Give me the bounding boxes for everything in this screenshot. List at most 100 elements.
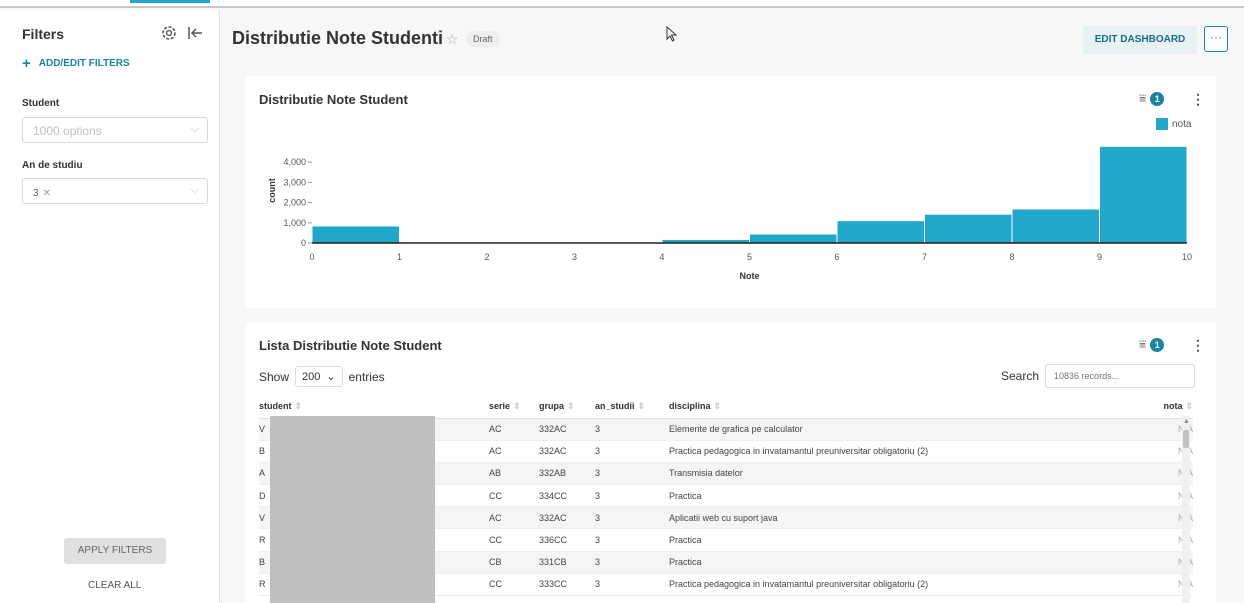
search-input[interactable]: [1045, 364, 1196, 388]
cell-grupa: 336CC: [539, 528, 595, 552]
cell-grupa: 333CC: [539, 573, 595, 597]
cell-grupa: 334CC: [539, 484, 595, 508]
cell-serie: AC: [489, 440, 539, 463]
x-tick-label: 10: [1182, 252, 1192, 262]
gear-icon[interactable]: [160, 24, 178, 42]
table-header-row: student ⇕ serie ⇕ grupa ⇕ an_studii ⇕ discip…: [259, 396, 1193, 419]
collapse-sidebar-icon[interactable]: [186, 24, 204, 42]
show-entries: Show 200 ⌄ entries: [259, 366, 385, 387]
selected-tag-value: 3: [33, 188, 39, 199]
histogram-bar: [1100, 146, 1187, 243]
remove-tag-icon[interactable]: ✕: [43, 188, 51, 199]
entries-select[interactable]: 200 ⌄: [295, 366, 343, 387]
x-tick-label: 7: [922, 252, 927, 262]
cell-an-studii: 3: [595, 506, 669, 530]
x-tick-label: 3: [572, 252, 577, 262]
mouse-cursor-icon: [666, 26, 678, 42]
cell-disciplina: Aplicatii web cu suport java: [669, 506, 1139, 530]
cell-disciplina: Transmisia datelor: [669, 462, 1139, 486]
cell-disciplina: Practica pedagogica in invatamantul preu…: [669, 573, 1139, 597]
edit-dashboard-button[interactable]: EDIT DASHBOARD: [1083, 26, 1197, 54]
x-tick-label: 4: [659, 252, 664, 262]
table-menu-icon[interactable]: ⋮: [1191, 338, 1205, 352]
sort-icon: ⇕: [567, 401, 575, 412]
star-icon[interactable]: ☆: [446, 31, 459, 48]
cell-grupa: 332AB: [539, 462, 595, 486]
cell-serie: CB: [489, 551, 539, 574]
redacted-names-block: [270, 416, 435, 603]
x-tick-label: 2: [484, 252, 489, 262]
column-header-an-studii[interactable]: an_studii ⇕: [595, 396, 669, 419]
cell-serie: AB: [489, 462, 539, 486]
draft-badge: Draft: [466, 31, 500, 47]
filter-icon: ⩸: [1139, 337, 1147, 351]
sort-icon: ⇕: [513, 401, 521, 412]
an-de-studiu-select[interactable]: 3 ✕ ⌵: [22, 178, 208, 204]
histogram-bar: [1012, 209, 1099, 243]
y-tick-label: 1,000: [283, 218, 306, 228]
cell-serie: CC: [489, 573, 539, 597]
column-header-disciplina[interactable]: disciplina ⇕: [669, 396, 1139, 419]
filter-count-badge: 1: [1150, 337, 1165, 352]
column-header-serie[interactable]: serie ⇕: [489, 396, 539, 419]
x-tick-label: 6: [834, 252, 839, 262]
x-axis-title: Note: [740, 271, 760, 281]
cell-serie: AC: [489, 418, 539, 441]
plus-icon: +: [22, 54, 31, 72]
y-tick-label: 3,000: [283, 177, 306, 187]
histogram-bar: [837, 221, 924, 243]
table-title: Lista Distributie Note Student: [259, 338, 442, 353]
y-tick-label: 4,000: [283, 157, 306, 167]
histogram-bar: [925, 214, 1012, 243]
cell-grupa: 332AC: [539, 418, 595, 441]
column-header-grupa[interactable]: grupa ⇕: [539, 396, 595, 419]
dashboard-title: Distributie Note Studenti: [232, 28, 443, 48]
entries-value: 200: [302, 370, 321, 383]
student-select[interactable]: 1000 options ⌵: [22, 117, 208, 143]
clear-all-button[interactable]: CLEAR ALL: [88, 580, 141, 591]
cell-serie: AC: [489, 506, 539, 530]
entries-label: entries: [348, 369, 385, 384]
scrollbar-thumb[interactable]: [1183, 430, 1189, 448]
student-select-placeholder: 1000 options: [33, 124, 102, 138]
histogram-chart: 0 1,000 2,000 3,000 4,000 0 1 2 3 4 5 6 7 8 9 10 Note cou…: [267, 146, 1192, 281]
active-tab-indicator: [130, 0, 210, 3]
cell-an-studii: 3: [595, 573, 669, 597]
y-tick-label: 2,000: [283, 198, 306, 208]
add-edit-filters-button[interactable]: + ADD/EDIT FILTERS: [22, 54, 130, 72]
table-filter-indicator[interactable]: ⩸ 1: [1139, 337, 1165, 352]
cell-an-studii: 3: [595, 528, 669, 552]
sort-icon: ⇕: [713, 401, 722, 412]
apply-filters-button[interactable]: APPLY FILTERS: [64, 538, 166, 564]
column-header-student[interactable]: student ⇕: [259, 396, 489, 419]
cell-serie: CC: [489, 484, 539, 508]
more-options-button[interactable]: ···: [1204, 26, 1228, 52]
cell-grupa: 331CB: [539, 551, 595, 574]
cell-disciplina: Practica: [669, 551, 1139, 574]
show-label: Show: [259, 369, 290, 384]
search-label: Search: [1001, 369, 1040, 383]
histogram-bar: [750, 234, 837, 243]
cell-serie: CC: [489, 528, 539, 552]
chevron-down-icon: ⌵: [190, 184, 199, 196]
chevron-down-icon: ⌄: [326, 371, 336, 383]
y-tick-label: 0: [301, 238, 306, 248]
sort-icon: ⇕: [1185, 401, 1193, 412]
chart-panel: Distributie Note Student ⩸ 1 ⋮ nota 0 1,0…: [246, 76, 1216, 308]
scroll-up-arrow-icon[interactable]: ▲: [1183, 418, 1190, 425]
sort-icon: ⇕: [637, 401, 646, 412]
x-tick-label: 9: [1097, 252, 1102, 262]
cell-an-studii: 3: [595, 440, 669, 463]
cell-an-studii: 3: [595, 418, 669, 441]
cell-disciplina: Practica pedagogica in invatamantul preu…: [669, 440, 1139, 463]
cell-an-studii: 3: [595, 462, 669, 486]
column-header-nota[interactable]: nota ⇕: [1139, 396, 1193, 419]
y-axis-title: count: [267, 178, 277, 203]
x-tick-label: 5: [747, 252, 752, 262]
table-search: Search: [1001, 364, 1196, 388]
cell-disciplina: Practica: [669, 484, 1139, 508]
filter-label-student: Student: [22, 98, 60, 109]
x-tick-label: 8: [1009, 252, 1014, 262]
x-tick-label: 0: [309, 252, 314, 262]
cell-grupa: 332AC: [539, 440, 595, 463]
